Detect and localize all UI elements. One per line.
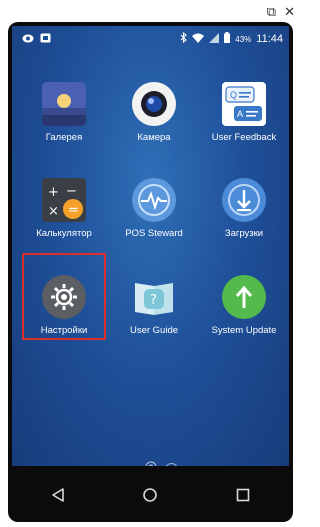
battery-percent: 43% xyxy=(235,34,252,44)
user-feedback-icon: Q A xyxy=(222,82,266,126)
eye-icon xyxy=(22,34,34,46)
downloads-icon xyxy=(222,178,266,222)
app-label: User Feedback xyxy=(211,132,277,143)
close-icon[interactable]: ✕ xyxy=(284,6,295,20)
app-gallery[interactable]: Галерея xyxy=(19,82,109,143)
app-label: Галерея xyxy=(45,132,83,143)
home-screen: 43% 11:44 Галерея Камера Q A User Feedba… xyxy=(12,26,289,466)
gallery-icon xyxy=(42,82,86,126)
recents-icon xyxy=(236,488,250,502)
svg-text:A: A xyxy=(237,109,243,119)
window-controls: ⧉ ✕ xyxy=(267,6,295,20)
navigation-bar xyxy=(12,470,289,520)
restore-icon[interactable]: ⧉ xyxy=(267,6,276,20)
bluetooth-icon xyxy=(180,31,188,46)
page-number-badge[interactable]: 1 xyxy=(165,462,178,467)
app-pos-steward[interactable]: POS Steward xyxy=(109,178,199,239)
home-icon xyxy=(143,488,158,502)
clock: 11:44 xyxy=(256,33,283,45)
app-user-guide[interactable]: ? User Guide xyxy=(109,275,199,336)
app-label: User Guide xyxy=(129,325,179,336)
home-button[interactable] xyxy=(130,475,170,515)
signal-icon xyxy=(209,32,220,46)
svg-text:−: − xyxy=(66,184,77,199)
svg-text:×: × xyxy=(48,204,59,219)
svg-text:Q: Q xyxy=(230,90,237,100)
calculator-icon: + − × = xyxy=(42,178,86,222)
app-camera[interactable]: Камера xyxy=(109,82,199,143)
system-update-icon xyxy=(222,275,266,319)
app-system-update[interactable]: System Update xyxy=(199,275,289,336)
screen-record-icon xyxy=(40,33,51,46)
page-indicator: 1 xyxy=(145,460,178,466)
page-number: 1 xyxy=(170,466,174,467)
back-button[interactable] xyxy=(38,475,78,515)
home-page-icon[interactable] xyxy=(145,460,157,466)
app-calculator[interactable]: + − × = Калькулятор xyxy=(19,178,109,239)
wifi-icon xyxy=(192,33,205,46)
app-user-feedback[interactable]: Q A User Feedback xyxy=(199,82,289,143)
back-icon xyxy=(52,488,64,502)
camera-icon xyxy=(132,82,176,126)
recents-button[interactable] xyxy=(223,475,263,515)
app-label: Камера xyxy=(137,132,171,143)
app-label: Калькулятор xyxy=(36,228,92,239)
svg-text:+: + xyxy=(48,185,59,200)
highlight-box xyxy=(22,253,106,340)
app-label: Загрузки xyxy=(224,228,264,239)
svg-text:=: = xyxy=(68,203,79,218)
app-label: POS Steward xyxy=(125,228,183,239)
app-label: System Update xyxy=(211,325,277,336)
pos-steward-icon xyxy=(132,178,176,222)
app-downloads[interactable]: Загрузки xyxy=(199,178,289,239)
svg-text:?: ? xyxy=(150,293,157,308)
user-guide-icon: ? xyxy=(132,275,176,319)
battery-icon xyxy=(224,32,231,46)
status-bar: 43% 11:44 xyxy=(12,26,289,52)
